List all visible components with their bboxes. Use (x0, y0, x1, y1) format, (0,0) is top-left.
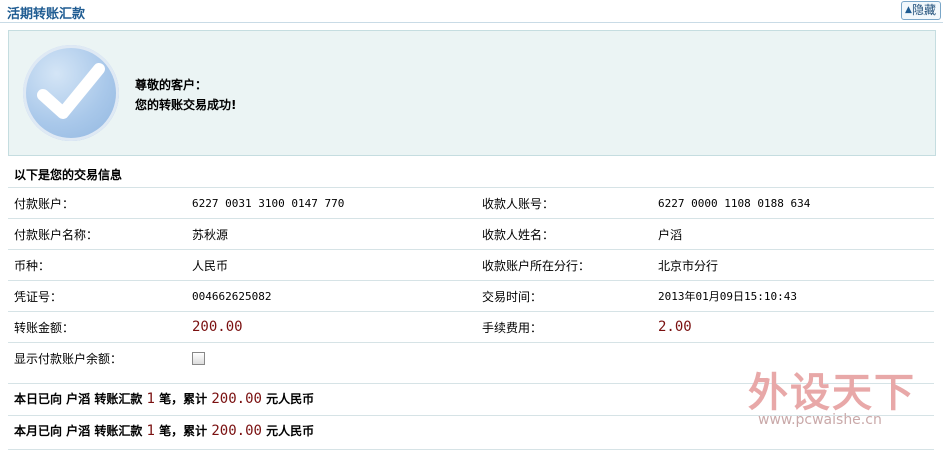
hide-button-label: 隐藏 (911, 3, 936, 17)
daily-summary-amount: 200.00 (211, 391, 262, 407)
table-row: 币种： 人民币 收款账户所在分行： 北京市分行 (8, 249, 934, 281)
monthly-summary-amount: 200.00 (211, 423, 262, 439)
transaction-time-value: 2013年01月09日15:10:43 (658, 280, 934, 312)
table-row: 凭证号： 004662625082 交易时间： 2013年01月09日15:10… (8, 280, 934, 312)
transaction-info-table: 付款账户： 6227 0031 3100 0147 770 收款人账号： 622… (8, 187, 934, 373)
success-text: 您的转账交易成功! (135, 98, 237, 112)
payer-account-value: 6227 0031 3100 0147 770 (192, 187, 482, 219)
daily-summary-count: 1 (146, 391, 155, 407)
daily-summary-mid: 笔，累计 (159, 392, 208, 406)
voucher-value: 004662625082 (192, 280, 482, 312)
payer-name-value: 苏秋源 (192, 218, 482, 250)
success-check-icon (23, 45, 119, 141)
payee-name-label: 收款人姓名： (482, 218, 658, 250)
table-row: 付款账户名称： 苏秋源 收款人姓名： 户滔 (8, 218, 934, 250)
currency-value: 人民币 (192, 249, 482, 281)
fee-label: 手续费用： (482, 311, 658, 343)
monthly-summary-suffix: 元人民币 (266, 424, 315, 438)
table-row: 转账金额： 200.00 手续费用： 2.00 (8, 311, 934, 343)
success-message: 尊敬的客户： 您的转账交易成功! (135, 75, 236, 115)
payer-name-label: 付款账户名称： (8, 218, 192, 250)
fee-value: 2.00 (658, 319, 692, 335)
payee-name-value: 户滔 (658, 218, 934, 250)
payee-branch-value: 北京市分行 (658, 249, 934, 281)
table-row: 付款账户： 6227 0031 3100 0147 770 收款人账号： 622… (8, 187, 934, 219)
show-balance-label: 显示付款账户余额： (8, 342, 192, 373)
payer-account-label: 付款账户： (8, 187, 192, 219)
payee-account-label: 收款人账号： (482, 187, 658, 219)
amount-value: 200.00 (192, 319, 243, 335)
watermark-url: www.pcwaishe.cn (758, 412, 882, 428)
monthly-summary-prefix: 本月已向 户滔 转账汇款 (14, 424, 143, 438)
currency-label: 币种： (8, 249, 192, 281)
payee-branch-label: 收款账户所在分行： (482, 249, 658, 281)
success-panel: 尊敬的客户： 您的转账交易成功! (8, 30, 936, 156)
transaction-time-label: 交易时间： (482, 280, 658, 312)
divider (8, 449, 934, 450)
title-bar: 活期转账汇款 ▲ 隐藏 (0, 0, 943, 23)
daily-summary-suffix: 元人民币 (266, 392, 315, 406)
payee-account-value: 6227 0000 1108 0188 634 (658, 187, 934, 219)
monthly-summary-mid: 笔，累计 (159, 424, 208, 438)
daily-summary-prefix: 本日已向 户滔 转账汇款 (14, 392, 143, 406)
greeting-text: 尊敬的客户： (135, 78, 208, 92)
watermark: 外设天下 www.pcwaishe.cn (748, 360, 918, 440)
watermark-logo: 外设天下 (748, 370, 916, 416)
section-title: 以下是您的交易信息 (14, 168, 123, 182)
page-title: 活期转账汇款 (7, 7, 86, 22)
collapse-arrow-icon: ▲ (904, 5, 912, 15)
show-balance-checkbox[interactable] (192, 352, 205, 365)
monthly-summary-count: 1 (146, 423, 155, 439)
hide-button[interactable]: ▲ 隐藏 (900, 1, 941, 20)
amount-label: 转账金额： (8, 311, 192, 343)
voucher-label: 凭证号： (8, 280, 192, 312)
